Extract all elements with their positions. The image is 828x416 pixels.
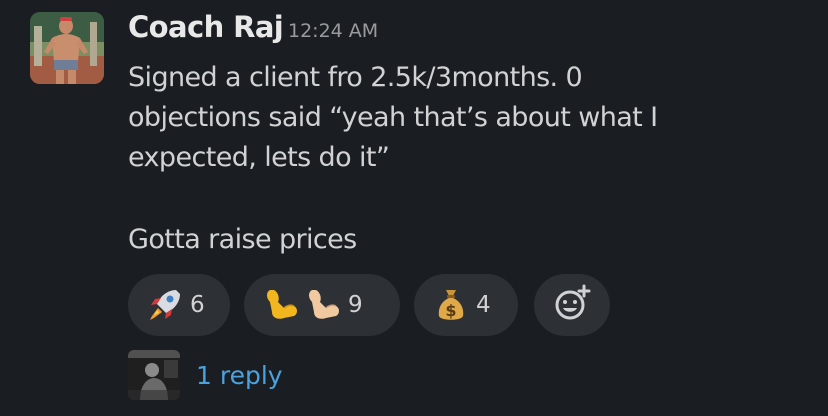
- add-reaction-button[interactable]: [534, 274, 610, 336]
- author-avatar[interactable]: [30, 12, 104, 84]
- svg-text:$: $: [445, 301, 456, 320]
- money-bag-icon: $: [432, 286, 470, 324]
- thread-reply-link[interactable]: 1 reply: [196, 361, 283, 390]
- add-reaction-icon: [552, 283, 592, 327]
- rocket-icon: [146, 286, 184, 324]
- reaction-count: 9: [348, 292, 363, 318]
- reply-avatar[interactable]: [128, 350, 180, 400]
- message-line: objections said “yeah that’s about what …: [128, 102, 658, 133]
- avatar-image: [30, 12, 104, 84]
- message-line: Signed a client fro 2.5k/3months. 0: [128, 62, 583, 93]
- reaction-count: 6: [190, 292, 205, 318]
- paragraph-break: [128, 178, 768, 220]
- message-line: expected, lets do it”: [128, 142, 390, 173]
- reaction-count: 4: [476, 292, 491, 318]
- reaction-flexed-biceps[interactable]: 9: [244, 274, 400, 336]
- reaction-rocket[interactable]: 6: [128, 274, 230, 336]
- message-timestamp[interactable]: 12:24 AM: [288, 20, 378, 42]
- message-body: Signed a client fro 2.5k/3months. 0 obje…: [128, 58, 768, 260]
- message-line: Gotta raise prices: [128, 224, 357, 255]
- reaction-money-bag[interactable]: $ 4: [414, 274, 518, 336]
- message-author[interactable]: Coach Raj: [128, 10, 284, 44]
- reply-avatar-image: [128, 350, 180, 400]
- flexed-biceps-icon: [262, 286, 300, 324]
- flexed-biceps-light-icon: [304, 286, 342, 324]
